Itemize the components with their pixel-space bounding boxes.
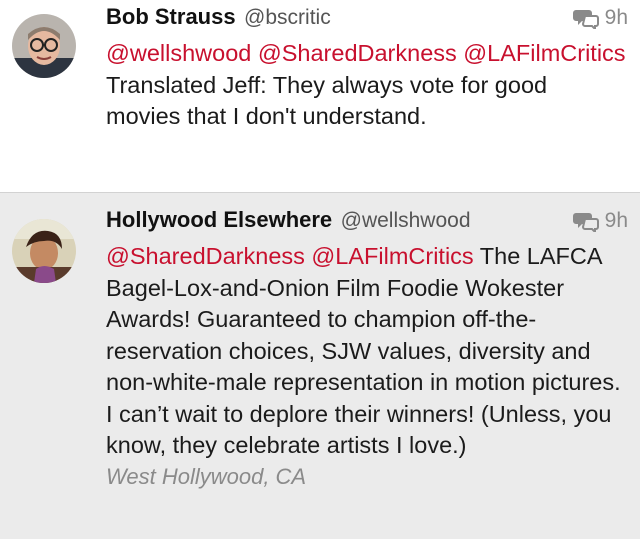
author-name[interactable]: Hollywood Elsewhere: [106, 207, 332, 232]
avatar[interactable]: [12, 219, 76, 283]
mention-link[interactable]: @SharedDarkness: [106, 243, 305, 269]
tweet-body: The LAFCA Bagel-Lox-and-Onion Film Foodi…: [106, 243, 621, 458]
tweet-card[interactable]: Bob Strauss @bscritic 9h @wellshwood @Sh…: [0, 0, 640, 193]
tweet-header: Bob Strauss @bscritic 9h: [106, 4, 628, 38]
tweet-card[interactable]: Hollywood Elsewhere @wellshwood 9h @Shar…: [0, 193, 640, 539]
tweet-content: Hollywood Elsewhere @wellshwood 9h @Shar…: [106, 207, 628, 492]
author-name[interactable]: Bob Strauss: [106, 4, 236, 29]
tweet-header: Hollywood Elsewhere @wellshwood 9h: [106, 207, 628, 241]
tweet-meta: 9h: [572, 6, 628, 30]
author-handle[interactable]: @bscritic: [244, 6, 331, 29]
tweet-body: Translated Jeff: They always vote for go…: [106, 71, 548, 130]
tweet-location: West Hollywood, CA: [106, 463, 307, 489]
tweet-time: 9h: [604, 6, 628, 29]
mention-link[interactable]: @SharedDarkness: [258, 40, 457, 66]
avatar[interactable]: [12, 14, 76, 78]
tweet-time: 9h: [604, 209, 628, 232]
conversation-icon: [572, 213, 599, 232]
tweet-text: @wellshwood @SharedDarkness @LAFilmCriti…: [106, 38, 628, 133]
mention-link[interactable]: @LAFilmCritics: [311, 243, 473, 269]
author-handle[interactable]: @wellshwood: [341, 209, 471, 232]
conversation-icon: [572, 10, 599, 29]
tweet-meta: 9h: [572, 209, 628, 233]
mention-link[interactable]: @wellshwood: [106, 40, 251, 66]
mention-link[interactable]: @LAFilmCritics: [463, 40, 625, 66]
tweet-content: Bob Strauss @bscritic 9h @wellshwood @Sh…: [106, 4, 628, 133]
tweet-text: @SharedDarkness @LAFilmCritics The LAFCA…: [106, 241, 628, 462]
